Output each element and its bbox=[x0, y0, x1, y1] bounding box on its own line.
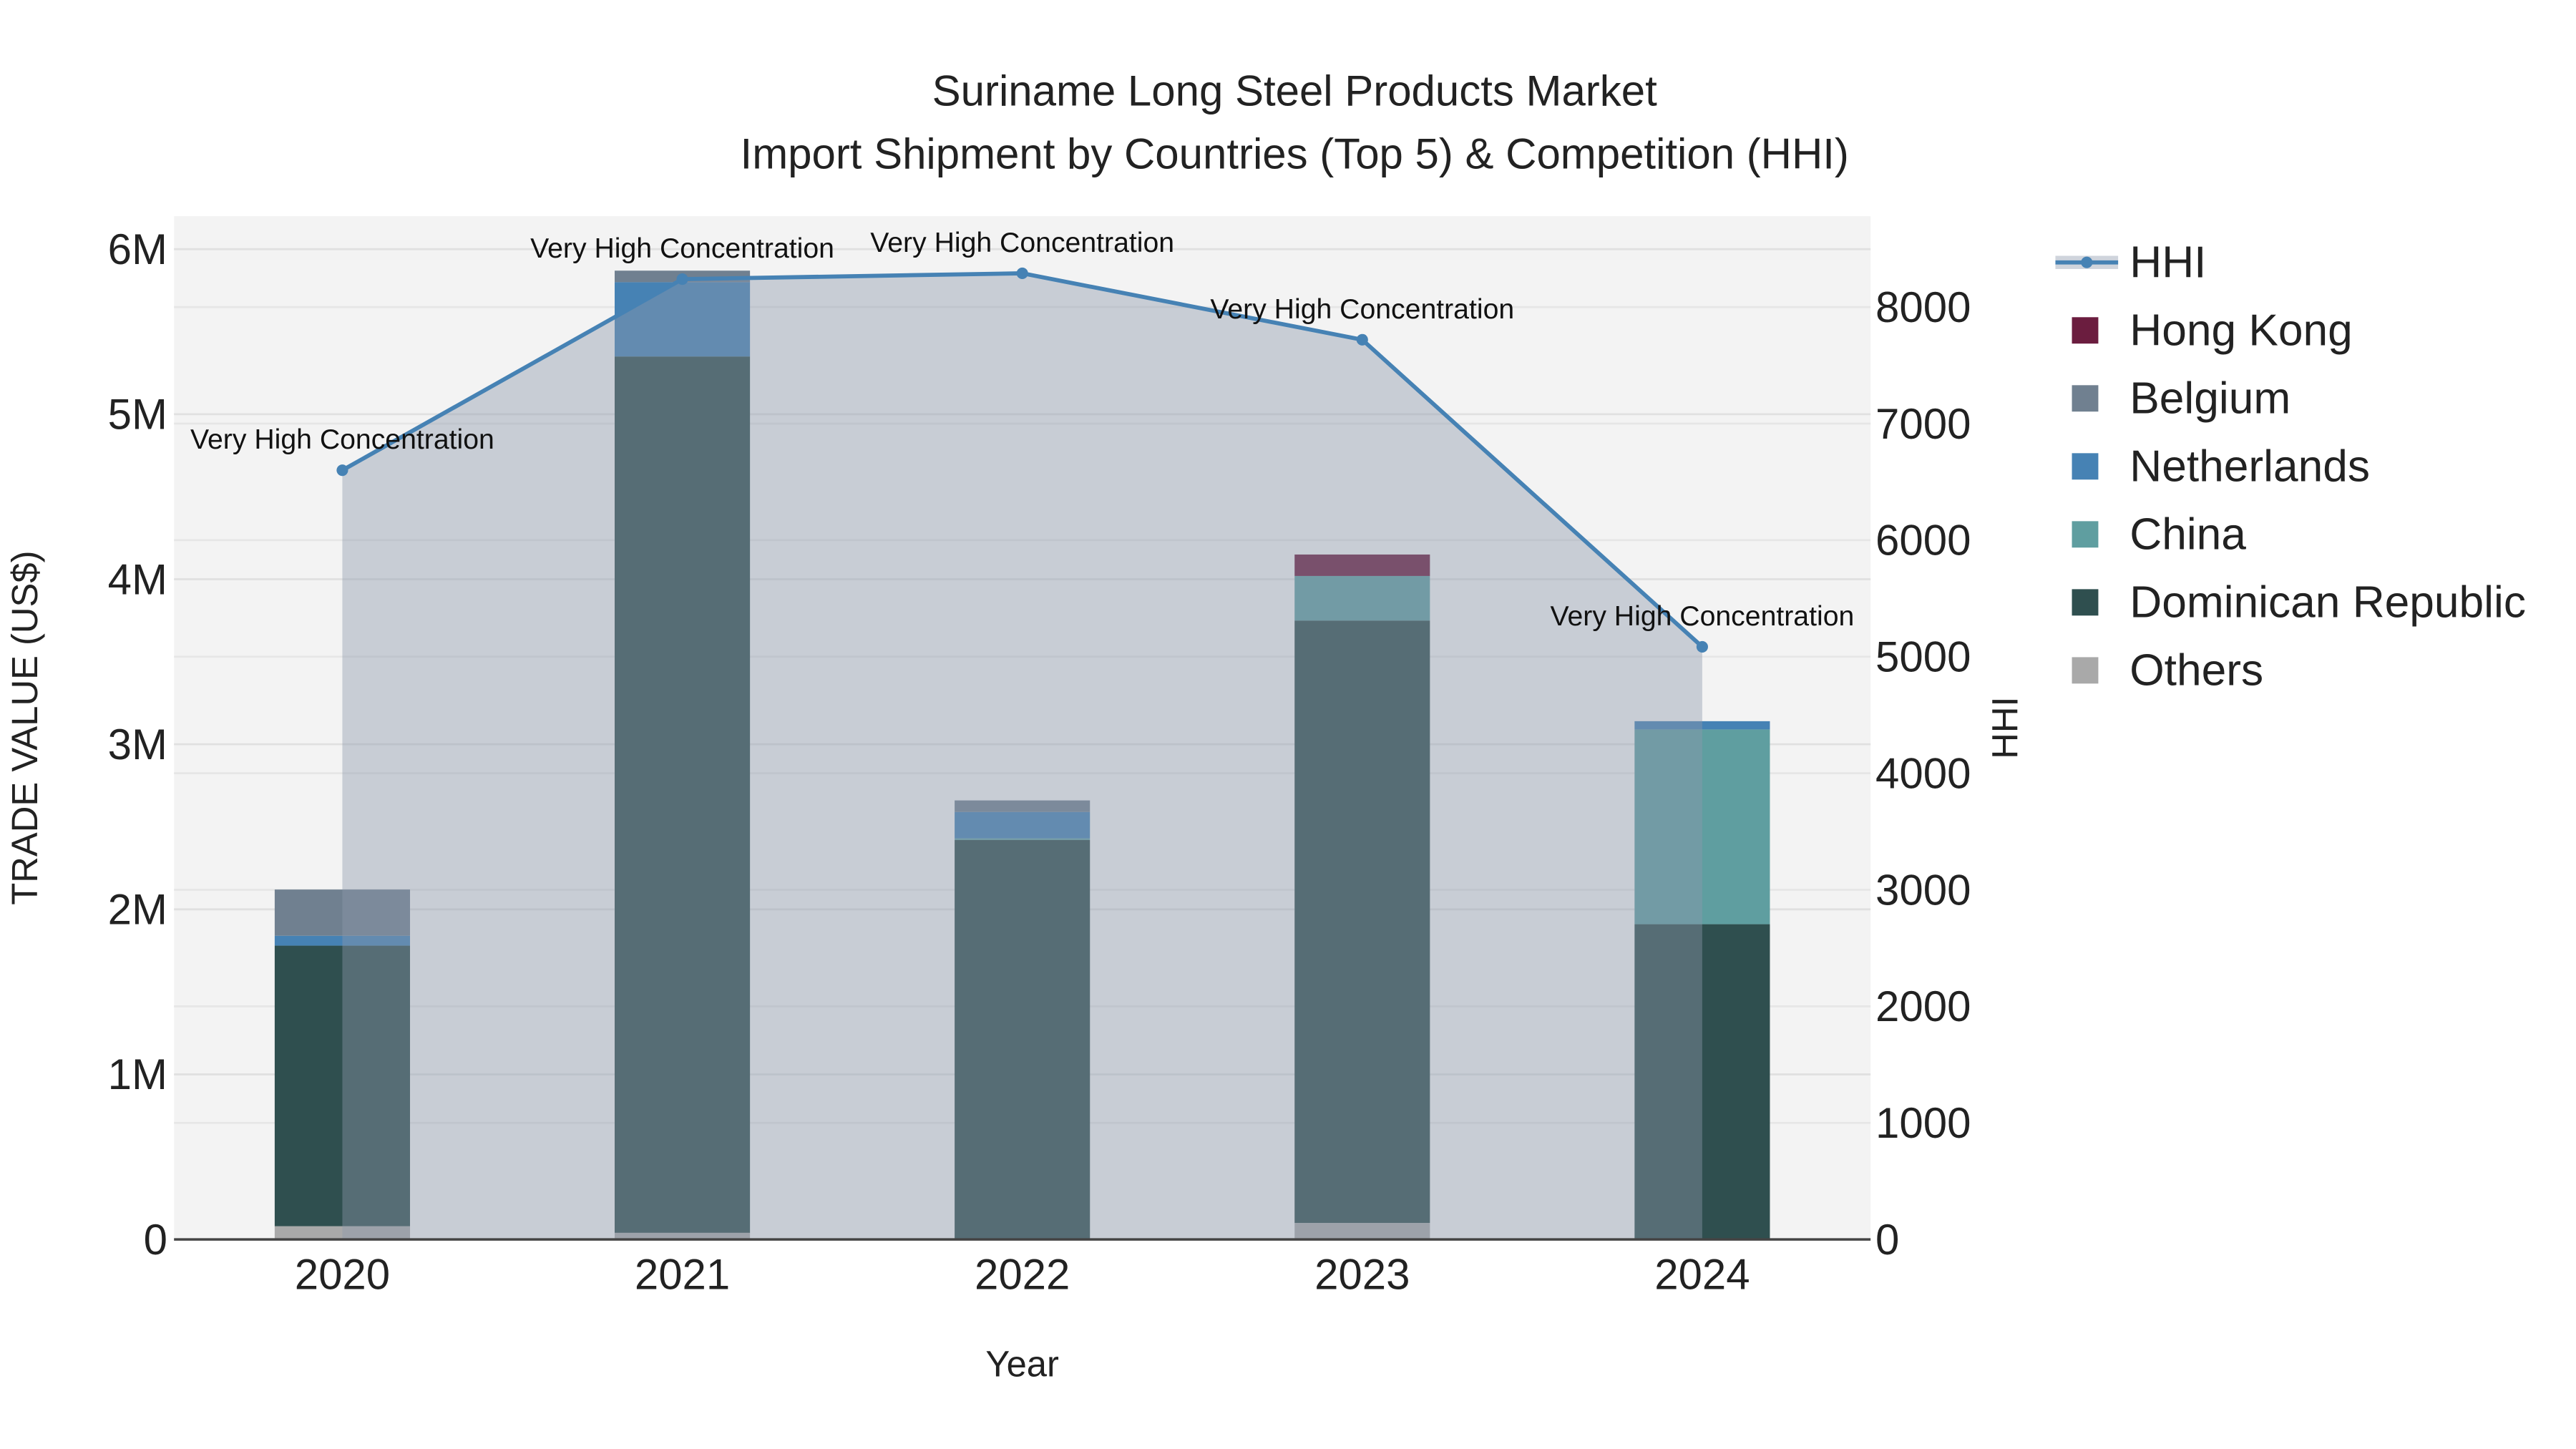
hhi-annotation: Very High Concentration bbox=[190, 424, 494, 455]
legend-swatch bbox=[2072, 657, 2099, 684]
y2-tick-label: 4000 bbox=[1875, 749, 1971, 797]
hhi-point bbox=[1016, 267, 1028, 280]
legend-label: Hong Kong bbox=[2129, 306, 2353, 355]
y2-tick-label: 6000 bbox=[1875, 517, 1971, 565]
y-tick-label: 4M bbox=[108, 555, 167, 603]
hhi-point bbox=[1696, 640, 1708, 653]
hhi-point bbox=[336, 464, 348, 477]
hhi-annotation: Very High Concentration bbox=[870, 228, 1174, 258]
y-tick-label: 0 bbox=[144, 1216, 167, 1264]
y2-tick-label: 8000 bbox=[1875, 283, 1971, 331]
x-axis-title: Year bbox=[985, 1344, 1059, 1385]
chart-title-line1: Suriname Long Steel Products Market bbox=[932, 67, 1657, 115]
x-tick-label: 2021 bbox=[635, 1250, 730, 1298]
legend-swatch bbox=[2072, 453, 2099, 480]
y-axis-title: TRADE VALUE (US$) bbox=[4, 550, 45, 904]
y2-axis-title: HHI bbox=[1984, 696, 2025, 758]
legend-label: Dominican Republic bbox=[2129, 578, 2526, 628]
hhi-annotation: Very High Concentration bbox=[530, 233, 834, 264]
x-tick-label: 2024 bbox=[1654, 1250, 1750, 1298]
y2-tick-label: 7000 bbox=[1875, 400, 1971, 448]
y2-tick-label: 1000 bbox=[1875, 1099, 1971, 1147]
legend-swatch bbox=[2072, 317, 2099, 344]
y-tick-label: 1M bbox=[108, 1050, 167, 1098]
legend-label: China bbox=[2129, 510, 2246, 560]
y2-tick-label: 0 bbox=[1875, 1216, 1899, 1264]
y-tick-label: 6M bbox=[108, 225, 167, 273]
legend-label: HHI bbox=[2129, 238, 2206, 287]
y-tick-label: 3M bbox=[108, 721, 167, 769]
hhi-point bbox=[676, 273, 688, 286]
y-tick-label: 5M bbox=[108, 391, 167, 439]
x-tick-label: 2022 bbox=[975, 1250, 1070, 1298]
y2-tick-label: 2000 bbox=[1875, 982, 1971, 1030]
y-tick-label: 2M bbox=[108, 886, 167, 934]
hhi-annotation: Very High Concentration bbox=[1210, 294, 1514, 325]
hhi-point bbox=[1356, 333, 1368, 346]
hhi-annotation: Very High Concentration bbox=[1551, 601, 1855, 632]
y2-tick-label: 3000 bbox=[1875, 866, 1971, 914]
x-tick-label: 2023 bbox=[1314, 1250, 1410, 1298]
chart-title-line2: Import Shipment by Countries (Top 5) & C… bbox=[741, 130, 1849, 177]
chart: Suriname Long Steel Products Market Impo… bbox=[4, 67, 2526, 1385]
legend-label: Netherlands bbox=[2129, 442, 2370, 492]
legend-swatch-hhi-marker bbox=[2081, 256, 2093, 268]
x-tick-label: 2020 bbox=[295, 1250, 390, 1298]
legend-swatch bbox=[2072, 385, 2099, 412]
legend-label: Belgium bbox=[2129, 374, 2290, 424]
legend-swatch bbox=[2072, 521, 2099, 548]
legend-swatch bbox=[2072, 589, 2099, 616]
y2-tick-label: 5000 bbox=[1875, 633, 1971, 681]
legend-label: Others bbox=[2129, 646, 2263, 696]
